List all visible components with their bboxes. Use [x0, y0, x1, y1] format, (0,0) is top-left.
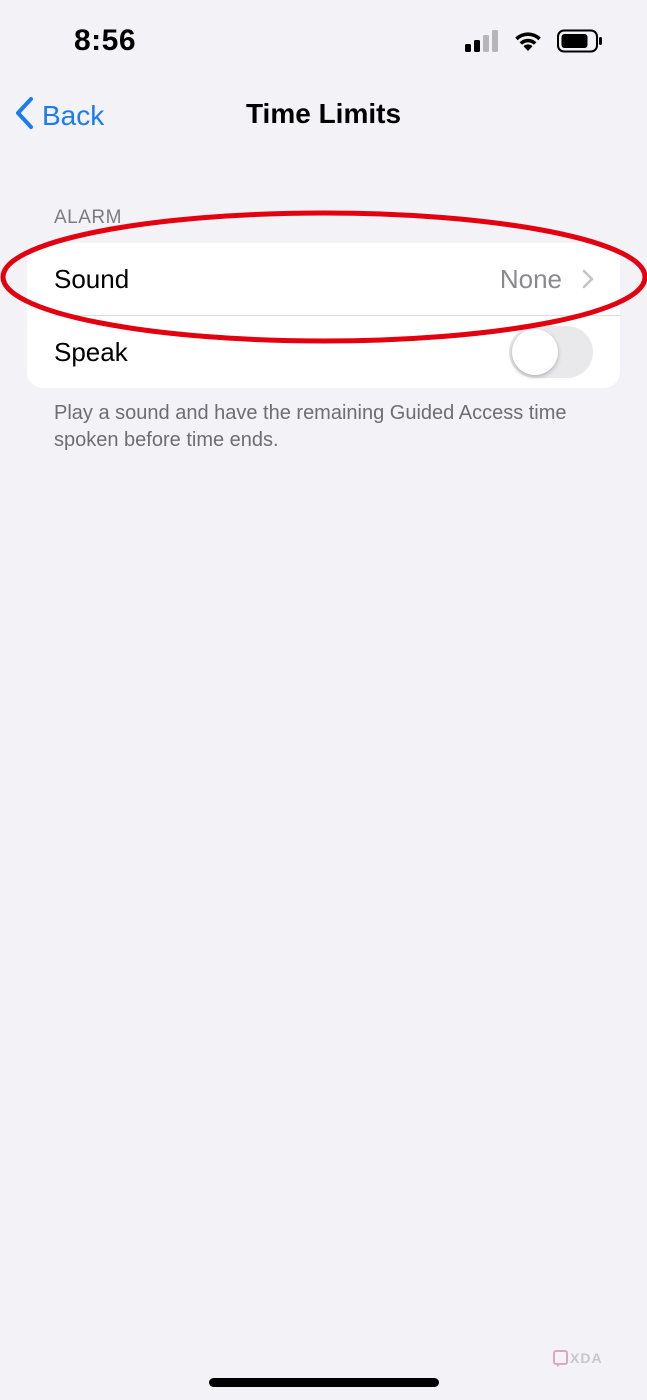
home-indicator — [209, 1378, 439, 1387]
sound-label: Sound — [54, 263, 130, 294]
speak-row: Speak — [27, 316, 620, 388]
xda-watermark-logo: XDA — [553, 1350, 603, 1367]
alarm-settings-group: Sound None Speak — [27, 243, 620, 388]
page-title: Time Limits — [245, 98, 402, 129]
section-header-alarm: ALARM — [54, 207, 122, 228]
navigation-bar: Back Time Limits — [0, 88, 647, 144]
speak-toggle[interactable] — [509, 326, 593, 378]
cellular-signal-icon — [465, 29, 499, 57]
sound-row[interactable]: Sound None — [27, 243, 620, 315]
sound-value: None — [499, 263, 562, 294]
status-time: 8:56 — [74, 24, 137, 57]
time-limits-screen: 8:56 Back Time Limits ALARM Sound None S… — [0, 0, 647, 1400]
section-footer-note: Play a sound and have the remaining Guid… — [54, 402, 567, 451]
wifi-icon — [513, 30, 543, 57]
chevron-right-icon — [582, 269, 594, 294]
toggle-knob — [512, 329, 558, 375]
status-bar: 8:56 — [0, 0, 647, 88]
watermark-text: XDA — [570, 1350, 603, 1366]
battery-icon — [557, 29, 603, 58]
status-icons — [465, 29, 603, 58]
speak-label: Speak — [54, 336, 128, 367]
